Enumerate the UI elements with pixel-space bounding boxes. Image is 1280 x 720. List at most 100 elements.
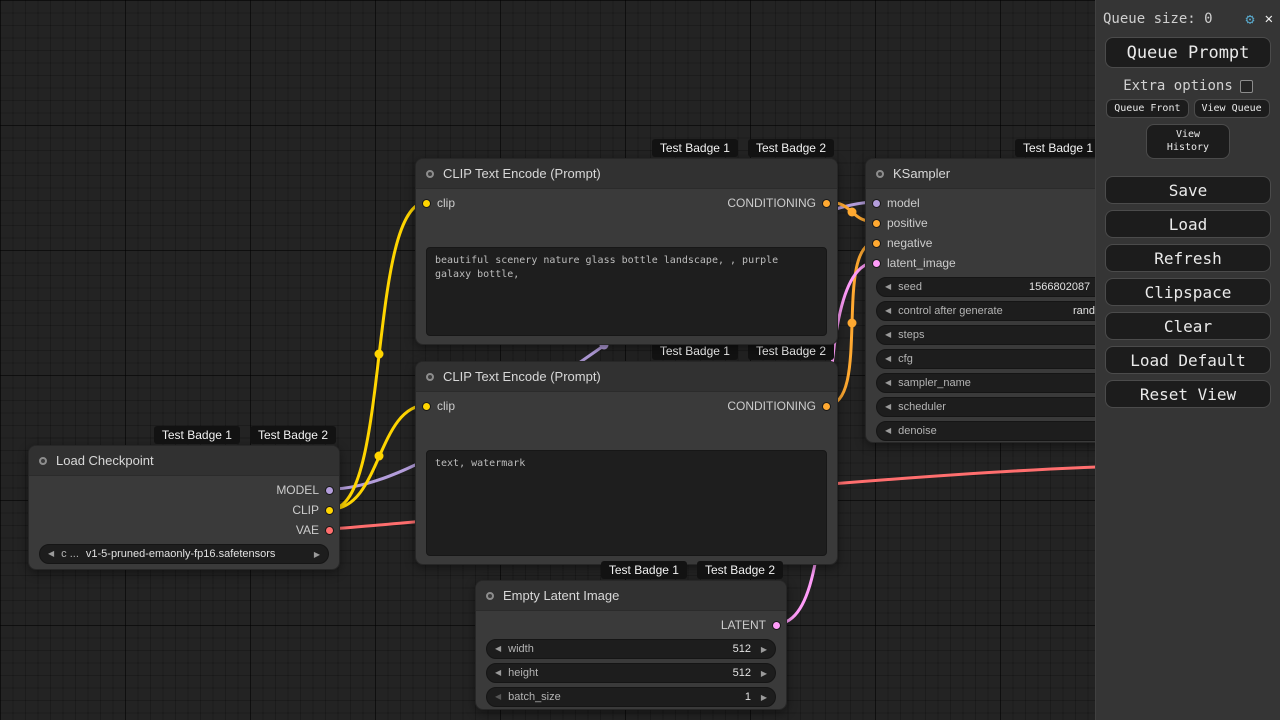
decrement-arrow-icon[interactable]: ◀ <box>885 427 891 435</box>
widget-value: 512 <box>732 667 751 679</box>
widget-value: 1566802087 <box>1029 281 1091 293</box>
widget-label: height <box>508 667 539 679</box>
prev-option-arrow-icon[interactable]: ◀ <box>48 550 54 558</box>
settings-gear-icon[interactable]: ⚙ <box>1246 10 1255 28</box>
test-badge-2: Test Badge 2 <box>696 561 783 579</box>
decrement-arrow-icon[interactable]: ◀ <box>495 669 501 677</box>
node-status-icon <box>876 169 884 178</box>
close-menu-icon[interactable]: ✕ <box>1265 11 1273 27</box>
input-slot-label: model <box>887 196 920 210</box>
node-title-bar[interactable]: CLIP Text Encode (Prompt) <box>416 362 837 392</box>
next-option-arrow-icon[interactable]: ▶ <box>314 551 320 559</box>
save-button[interactable]: Save <box>1105 176 1271 204</box>
node-title-bar[interactable]: Empty Latent Image <box>476 581 786 611</box>
output-slot-label: CONDITIONING <box>727 399 816 413</box>
clear-button[interactable]: Clear <box>1105 312 1271 340</box>
node-badges: Test Badge 1 Test Badge 2 <box>600 561 783 579</box>
output-slot-vae-icon[interactable] <box>325 525 334 535</box>
increment-arrow-icon[interactable]: ▶ <box>761 646 767 654</box>
widget-label: seed <box>898 281 923 293</box>
output-slot-clip-icon[interactable] <box>325 505 334 515</box>
test-badge-1: Test Badge 1 <box>651 139 738 157</box>
node-status-icon <box>426 169 434 178</box>
decrement-arrow-icon[interactable]: ◀ <box>885 283 891 291</box>
comfy-menu: Queue size: 0 ⚙ ✕ Queue Prompt Extra opt… <box>1095 0 1280 720</box>
decrement-arrow-icon[interactable]: ◀ <box>495 645 501 653</box>
decrement-arrow-icon[interactable]: ◀ <box>885 379 891 387</box>
widget-label: control after generate <box>898 305 1003 317</box>
output-slot-label: MODEL <box>276 483 319 497</box>
height-widget[interactable]: ◀ height 512 ▶ <box>486 663 776 683</box>
node-title-bar[interactable]: Load Checkpoint <box>29 446 339 476</box>
decrement-arrow-icon[interactable]: ◀ <box>885 355 891 363</box>
view-history-button[interactable]: View History <box>1146 124 1230 159</box>
widget-label: batch_size <box>508 691 561 703</box>
node-title: CLIP Text Encode (Prompt) <box>443 166 601 181</box>
decrement-arrow-icon[interactable]: ◀ <box>885 307 891 315</box>
decrement-arrow-icon[interactable]: ◀ <box>885 403 891 411</box>
widget-label: c ... <box>61 548 79 560</box>
output-slot-latent-icon[interactable] <box>772 620 781 630</box>
queue-size-label: Queue size: 0 <box>1103 11 1213 27</box>
input-slot-label: positive <box>887 216 928 230</box>
widget-label: sampler_name <box>898 377 971 389</box>
widget-label: denoise <box>898 425 937 437</box>
node-clip-text-encode-negative[interactable]: Test Badge 1 Test Badge 2 CLIP Text Enco… <box>415 342 838 565</box>
widget-value: v1-5-pruned-emaonly-fp16.safetensors <box>85 548 276 560</box>
extra-options-checkbox[interactable] <box>1239 79 1253 93</box>
increment-arrow-icon[interactable]: ▶ <box>761 670 767 678</box>
node-status-icon <box>486 591 494 600</box>
view-queue-button[interactable]: View Queue <box>1193 99 1270 118</box>
positive-prompt-textarea[interactable]: beautiful scenery nature glass bottle la… <box>426 247 827 336</box>
widget-label: width <box>508 643 534 655</box>
widget-label: scheduler <box>898 401 946 413</box>
load-default-button[interactable]: Load Default <box>1105 346 1271 374</box>
output-slot-label: LATENT <box>720 618 766 632</box>
refresh-button[interactable]: Refresh <box>1105 244 1271 272</box>
input-slot-clip-icon[interactable] <box>422 198 431 208</box>
widget-label: steps <box>898 329 925 341</box>
negative-prompt-textarea[interactable]: text, watermark <box>426 450 827 556</box>
ckpt-name-combo-widget[interactable]: ◀ c ... v1-5-pruned-emaonly-fp16.safeten… <box>39 544 329 564</box>
node-status-icon <box>39 456 47 465</box>
batch-size-widget[interactable]: ◀ batch_size 1 ▶ <box>486 687 776 707</box>
test-badge-1: Test Badge 1 <box>1015 139 1102 157</box>
input-slot-clip-icon[interactable] <box>422 401 431 411</box>
load-button[interactable]: Load <box>1105 210 1271 238</box>
node-clip-text-encode-positive[interactable]: Test Badge 1 Test Badge 2 CLIP Text Enco… <box>415 139 838 345</box>
input-slot-latent-image-icon[interactable] <box>872 258 881 268</box>
output-slot-conditioning-icon[interactable] <box>822 198 831 208</box>
node-title-bar[interactable]: CLIP Text Encode (Prompt) <box>416 159 837 189</box>
increment-arrow-icon[interactable]: ▶ <box>761 694 767 702</box>
input-slot-positive-icon[interactable] <box>872 218 881 228</box>
test-badge-2: Test Badge 2 <box>249 426 336 444</box>
output-slot-label: VAE <box>295 523 319 537</box>
input-slot-label: clip <box>437 399 456 413</box>
output-slot-label: CLIP <box>292 503 319 517</box>
clipspace-button[interactable]: Clipspace <box>1105 278 1271 306</box>
test-badge-1: Test Badge 1 <box>153 426 240 444</box>
input-slot-model-icon[interactable] <box>872 198 881 208</box>
node-title: Load Checkpoint <box>56 453 154 468</box>
node-badges: Test Badge 1 Test Badge 2 <box>651 139 834 157</box>
widget-value: 512 <box>732 643 751 655</box>
queue-front-button[interactable]: Queue Front <box>1106 99 1189 118</box>
node-title: CLIP Text Encode (Prompt) <box>443 369 601 384</box>
app-window: Test Badge 1 Test Badge 2 CLIP Text Enco… <box>0 0 1280 720</box>
output-slot-label: CONDITIONING <box>727 196 816 210</box>
width-widget[interactable]: ◀ width 512 ▶ <box>486 639 776 659</box>
decrement-arrow-icon[interactable]: ◀ <box>885 331 891 339</box>
input-slot-negative-icon[interactable] <box>872 238 881 248</box>
test-badge-1: Test Badge 1 <box>600 561 687 579</box>
node-load-checkpoint[interactable]: Test Badge 1 Test Badge 2 Load Checkpoin… <box>28 426 340 570</box>
input-slot-label: latent_image <box>887 256 956 270</box>
node-badges: Test Badge 1 Test Badge 2 <box>153 426 336 444</box>
output-slot-model-icon[interactable] <box>325 485 334 495</box>
node-title: Empty Latent Image <box>503 588 620 603</box>
widget-label: cfg <box>898 353 913 365</box>
output-slot-conditioning-icon[interactable] <box>822 401 831 411</box>
reset-view-button[interactable]: Reset View <box>1105 380 1271 408</box>
node-empty-latent-image[interactable]: Test Badge 1 Test Badge 2 Empty Latent I… <box>475 561 787 710</box>
queue-prompt-button[interactable]: Queue Prompt <box>1105 37 1271 68</box>
decrement-arrow-icon[interactable]: ◀ <box>495 693 501 701</box>
